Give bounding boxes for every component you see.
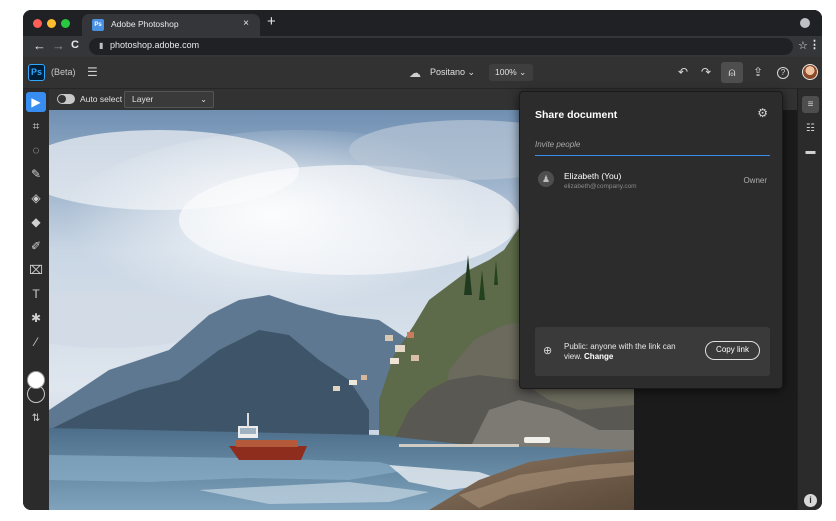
public-link-settings: ⊕ Public: anyone with the link can view.… (535, 327, 770, 376)
menu-icon[interactable]: ☰ (87, 65, 98, 79)
tab-strip: Ps Adobe Photoshop × + (23, 10, 822, 36)
document-name-dropdown[interactable]: Positano ⌄ (430, 67, 475, 78)
user-avatar[interactable] (802, 64, 818, 80)
browser-tab[interactable]: Ps Adobe Photoshop × (82, 14, 260, 36)
browser-window: Ps Adobe Photoshop × + ← → C ▮ photoshop… (23, 10, 822, 510)
swap-colors-icon[interactable]: ⇅ (26, 409, 46, 429)
foreground-color-swatch[interactable] (27, 371, 45, 389)
maximize-window-button[interactable] (61, 19, 70, 28)
quick-select-tool-icon[interactable]: ◌ (26, 140, 46, 160)
share-document-dialog: Share document ⚙ Invite people ♟ Elizabe… (519, 91, 783, 389)
close-window-button[interactable] (33, 19, 42, 28)
photoshop-logo[interactable]: Ps (28, 64, 45, 81)
collaborator-role: Owner (743, 176, 767, 185)
dialog-title: Share document (535, 109, 618, 121)
person-icon: ♟ (538, 171, 554, 187)
layers-panel-icon[interactable]: ≡ (802, 96, 819, 113)
eraser-tool-icon[interactable]: ◈ (26, 188, 46, 208)
minimize-window-button[interactable] (47, 19, 56, 28)
info-icon[interactable]: i (804, 494, 817, 507)
redo-icon[interactable]: ↷ (701, 65, 711, 79)
reload-button[interactable]: C (71, 39, 79, 51)
cloud-icon: ☁ (409, 66, 421, 80)
help-icon[interactable]: ? (777, 67, 789, 79)
url-text: photoshop.adobe.com (110, 40, 200, 50)
back-button[interactable]: ← (33, 38, 46, 53)
layer-select-value: Layer (132, 94, 154, 104)
collaborator-name: Elizabeth (You) (564, 171, 622, 181)
healing-tool-icon[interactable]: ✐ (26, 236, 46, 256)
auto-select-label: Auto select (80, 94, 123, 104)
type-tool-icon[interactable]: T (26, 284, 46, 304)
tools-panel: ▶ ⌗ ◌ ✎ ◈ ◆ ✐ ⌧ T ✱ ⁄ ⇅ (23, 89, 49, 510)
tab-title: Adobe Photoshop (111, 19, 179, 29)
undo-icon[interactable]: ↶ (678, 65, 688, 79)
crop-tool-icon[interactable]: ⌧ (26, 260, 46, 280)
public-access-description: Public: anyone with the link can view. (564, 342, 676, 361)
lock-icon: ▮ (99, 41, 104, 50)
globe-icon: ⊕ (543, 345, 553, 357)
move-tool-icon[interactable]: ▶ (26, 92, 46, 112)
export-icon[interactable]: ⇪ (753, 65, 763, 79)
content-aware-tool-icon[interactable]: ✱ (26, 308, 46, 328)
forward-button[interactable]: → (52, 38, 65, 53)
address-bar-row: ← → C ▮ photoshop.adobe.com ☆ ⋮ (23, 36, 822, 57)
url-input[interactable]: ▮ photoshop.adobe.com (89, 38, 793, 55)
adjustments-panel-icon[interactable]: ☷ (802, 120, 819, 137)
right-panel-rail: ≡ ☷ ▬ i (797, 89, 822, 510)
paint-bucket-tool-icon[interactable]: ◆ (26, 212, 46, 232)
eyedropper-tool-icon[interactable]: ⁄ (26, 332, 46, 352)
browser-menu-icon[interactable]: ⋮ (809, 38, 820, 51)
bookmark-star-icon[interactable]: ☆ (798, 39, 808, 52)
beta-label: (Beta) (51, 67, 76, 77)
photoshop-favicon-icon: Ps (92, 19, 104, 31)
tab-search-icon[interactable] (800, 18, 810, 28)
app-header: Ps (Beta) ☰ ☁ Positano ⌄ 100% ⌄ ↶ ↷ ⍝ ⇪ … (23, 57, 822, 89)
copy-link-button[interactable]: Copy link (705, 341, 760, 360)
artboard-tool-icon[interactable]: ⌗ (26, 116, 46, 136)
auto-select-target-dropdown[interactable]: Layer ⌄ (124, 91, 214, 108)
brush-tool-icon[interactable]: ✎ (26, 164, 46, 184)
zoom-dropdown[interactable]: 100% ⌄ (489, 64, 533, 81)
settings-gear-icon[interactable]: ⚙ (757, 106, 768, 120)
change-access-link[interactable]: Change (584, 352, 613, 361)
collaborator-email: elizabeth@company.com (564, 183, 637, 190)
chevron-down-icon: ⌄ (200, 95, 207, 104)
invite-people-input[interactable]: Invite people (535, 137, 770, 156)
public-access-text: Public: anyone with the link can view. C… (564, 342, 694, 362)
share-icon[interactable]: ⍝ (721, 62, 743, 83)
new-tab-button[interactable]: + (267, 13, 276, 30)
auto-select-toggle[interactable] (57, 94, 75, 104)
close-tab-icon[interactable]: × (243, 18, 249, 29)
comments-panel-icon[interactable]: ▬ (802, 143, 819, 160)
